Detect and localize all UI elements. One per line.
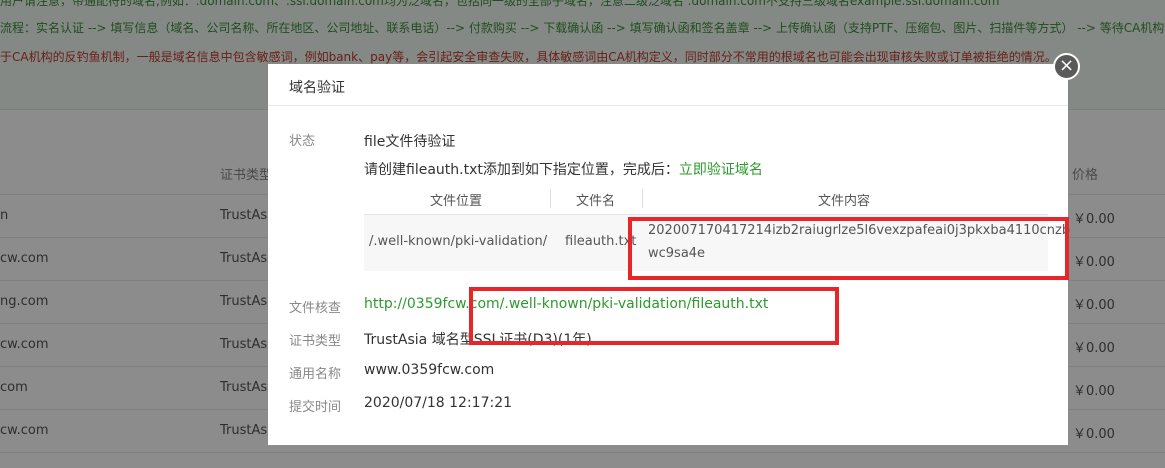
highlight-box-file-url xyxy=(469,287,839,345)
instruction-text: 请创建fileauth.txt添加到如下指定位置，完成后： xyxy=(364,162,679,178)
column-divider xyxy=(642,189,643,208)
file-location-cell: /.well-known/pki-validation/ xyxy=(369,234,548,249)
dialog-header: 域名验证 xyxy=(268,64,1068,106)
file-name-cell: fileauth.txt xyxy=(565,234,637,249)
verify-domain-link[interactable]: 立即验证域名 xyxy=(679,162,763,178)
submit-time-label: 提交时间 xyxy=(289,400,342,415)
file-table-header: 文件位置 文件名 文件内容 xyxy=(364,182,1048,215)
dialog-title: 域名验证 xyxy=(289,80,345,96)
submit-time-value: 2020/07/18 12:17:21 xyxy=(364,395,513,411)
close-icon[interactable]: × xyxy=(1053,53,1080,80)
header-file-content: 文件内容 xyxy=(818,194,871,209)
cert-type-label: 证书类型 xyxy=(289,334,342,349)
header-file-location: 文件位置 xyxy=(430,194,483,209)
status-value: file文件待验证 xyxy=(364,134,456,150)
header-file-name: 文件名 xyxy=(576,194,616,209)
column-divider xyxy=(550,189,551,208)
file-check-label: 文件核查 xyxy=(289,301,342,316)
status-label: 状态 xyxy=(289,134,316,149)
instruction: 请创建fileauth.txt添加到如下指定位置，完成后：立即验证域名 xyxy=(364,159,763,179)
highlight-box-file-content xyxy=(628,217,1069,280)
common-name-label: 通用名称 xyxy=(289,367,342,382)
common-name-value: www.0359fcw.com xyxy=(364,362,495,378)
